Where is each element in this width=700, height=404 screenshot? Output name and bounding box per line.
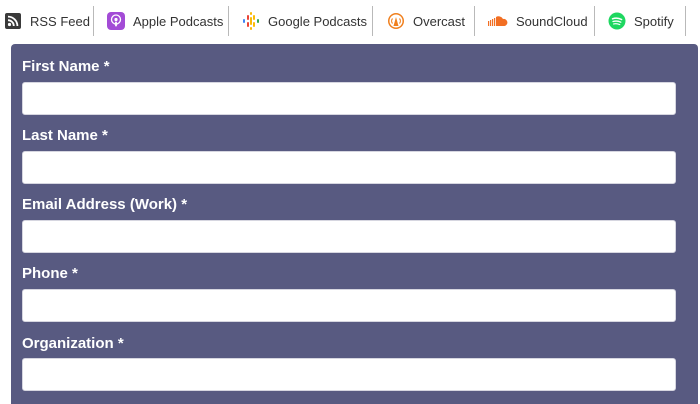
organization-label: Organization *: [22, 335, 124, 352]
phone-input[interactable]: [22, 289, 676, 322]
spotify-icon: [608, 12, 626, 30]
apple-podcasts-link[interactable]: Apple Podcasts: [94, 6, 229, 36]
work-email-input[interactable]: [22, 220, 676, 253]
organization-input[interactable]: [22, 358, 676, 391]
soundcloud-label: SoundCloud: [516, 13, 588, 29]
last-name-input[interactable]: [22, 151, 676, 184]
last-name-label: Last Name *: [22, 127, 108, 144]
google-podcasts-link[interactable]: Google Podcasts: [229, 6, 373, 36]
overcast-link[interactable]: Overcast: [373, 6, 475, 36]
spotify-label: Spotify: [634, 13, 674, 29]
apple-podcasts-icon: [107, 12, 125, 30]
work-email-label: Email Address (Work) *: [22, 196, 188, 213]
google-podcasts-label: Google Podcasts: [268, 13, 368, 29]
registration-form: First Name * Last Name * Email Address (…: [11, 44, 698, 404]
apple-podcasts-label: Apple Podcasts: [133, 13, 224, 29]
rss-icon: [4, 12, 22, 30]
spotify-link[interactable]: Spotify: [595, 6, 686, 36]
rss-feed-label: RSS Feed: [30, 13, 90, 29]
phone-label: Phone *: [22, 265, 78, 282]
soundcloud-link[interactable]: SoundCloud: [475, 6, 595, 36]
soundcloud-icon: [488, 12, 508, 30]
overcast-label: Overcast: [413, 13, 466, 29]
google-podcasts-icon: [242, 12, 260, 30]
rss-feed-link[interactable]: RSS Feed: [0, 6, 94, 36]
first-name-label: First Name *: [22, 58, 110, 75]
overcast-icon: [387, 12, 405, 30]
first-name-input[interactable]: [22, 82, 676, 115]
podcast-links-bar: RSS Feed Apple Podcasts Google Podcasts …: [0, 0, 700, 42]
